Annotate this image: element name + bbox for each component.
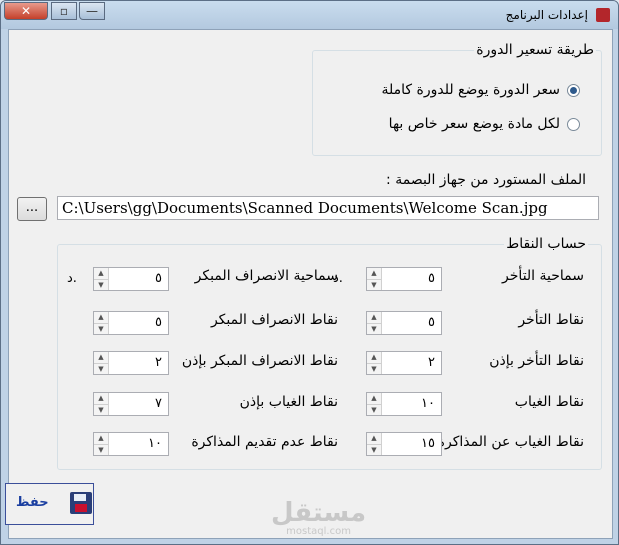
study-absence-spinner[interactable]: ▲ ▼ ١٥ (366, 432, 442, 456)
absence-permission-value: ٧ (155, 396, 162, 411)
late-points-spinner[interactable]: ▲ ▼ ٥ (366, 311, 442, 335)
spin-up-icon[interactable]: ▲ (367, 433, 381, 444)
spin-down-icon[interactable]: ▼ (94, 323, 108, 335)
late-tolerance-value: ٥ (428, 271, 435, 286)
late-points-value: ٥ (428, 315, 435, 330)
spin-down-icon[interactable]: ▼ (367, 323, 381, 335)
radio-full-course[interactable]: سعر الدورة يوضع للدورة كاملة (381, 82, 580, 98)
absence-points-label: نقاط الغياب (514, 394, 584, 410)
spin-up-icon[interactable]: ▲ (94, 393, 108, 404)
spin-up-icon[interactable]: ▲ (94, 312, 108, 323)
absence-permission-label: نقاط الغياب بإذن (239, 394, 338, 410)
spin-up-icon[interactable]: ▲ (94, 352, 108, 363)
save-button[interactable]: حفظ (5, 483, 94, 525)
absence-points-spinner[interactable]: ▲ ▼ ١٠ (366, 392, 442, 416)
radio-per-subject[interactable]: لكل مادة يوضع سعر خاص بها (389, 116, 580, 132)
app-icon (596, 8, 610, 22)
early-leave-points-label: نقاط الانصراف المبكر (210, 312, 338, 328)
minimize-button[interactable]: — (79, 2, 105, 20)
no-study-submit-spinner[interactable]: ▲ ▼ ١٠ (93, 432, 169, 456)
radio-label: سعر الدورة يوضع للدورة كاملة (381, 82, 560, 98)
no-study-submit-value: ١٠ (148, 436, 162, 451)
radio-label: لكل مادة يوضع سعر خاص بها (388, 116, 560, 132)
window-title: إعدادات البرنامج (505, 8, 588, 22)
spin-down-icon[interactable]: ▼ (367, 444, 381, 456)
spin-up-icon[interactable]: ▲ (367, 352, 381, 363)
points-group-label: حساب النقاط (504, 236, 588, 252)
spin-up-icon[interactable]: ▲ (367, 393, 381, 404)
spin-down-icon[interactable]: ▼ (94, 279, 108, 291)
spin-down-icon[interactable]: ▼ (367, 404, 381, 416)
early-leave-tolerance-unit: د. (67, 271, 77, 286)
spin-down-icon[interactable]: ▼ (367, 279, 381, 291)
radio-button[interactable] (567, 83, 580, 97)
spin-down-icon[interactable]: ▼ (367, 363, 381, 375)
floppy-disk-icon (70, 492, 92, 514)
spin-down-icon[interactable]: ▼ (94, 404, 108, 416)
close-icon: ✕ (20, 4, 32, 18)
pricing-groupbox (312, 50, 602, 156)
watermark-arabic: مستقل (271, 498, 367, 528)
spin-up-icon[interactable]: ▲ (94, 268, 108, 279)
early-leave-tolerance-spinner[interactable]: ▲ ▼ ٥ (93, 267, 169, 291)
late-permission-label: نقاط التأخر بإذن (489, 353, 584, 369)
early-leave-permission-value: ٢ (155, 355, 162, 370)
early-leave-permission-label: نقاط الانصراف المبكر بإذن (181, 353, 338, 369)
no-study-submit-label: نقاط عدم تقديم المذاكرة (191, 434, 338, 450)
early-leave-tolerance-label: سماحية الانصراف المبكر (194, 268, 338, 284)
spin-up-icon[interactable]: ▲ (94, 433, 108, 444)
late-tolerance-label: سماحية التأخر (502, 268, 584, 284)
title-bar[interactable]: ✕ ▫ — إعدادات البرنامج (1, 1, 618, 29)
browse-button[interactable]: ... (17, 197, 47, 221)
late-permission-spinner[interactable]: ▲ ▼ ٢ (366, 351, 442, 375)
spin-down-icon[interactable]: ▼ (94, 363, 108, 375)
watermark: مستقل mostaql.com (271, 500, 366, 537)
maximize-button[interactable]: ▫ (51, 2, 77, 20)
client-area: طريقة تسعير الدورة سعر الدورة يوضع للدور… (5, 29, 613, 539)
early-leave-permission-spinner[interactable]: ▲ ▼ ٢ (93, 351, 169, 375)
save-label: حفظ (16, 495, 49, 510)
early-leave-points-spinner[interactable]: ▲ ▼ ٥ (93, 311, 169, 335)
absence-points-value: ١٠ (421, 396, 435, 411)
absence-permission-spinner[interactable]: ▲ ▼ ٧ (93, 392, 169, 416)
early-leave-points-value: ٥ (155, 315, 162, 330)
late-points-label: نقاط التأخر (518, 312, 584, 328)
late-tolerance-spinner[interactable]: ▲ ▼ ٥ (366, 267, 442, 291)
spin-down-icon[interactable]: ▼ (94, 444, 108, 456)
late-permission-value: ٢ (428, 355, 435, 370)
import-file-label: الملف المستورد من جهاز البصمة : (386, 172, 586, 188)
spin-up-icon[interactable]: ▲ (367, 312, 381, 323)
study-absence-value: ١٥ (421, 436, 435, 451)
settings-window: ✕ ▫ — إعدادات البرنامج طريقة تسعير الدور… (0, 0, 619, 545)
file-path-input[interactable]: C:\Users\gg\Documents\Scanned Documents\… (57, 196, 599, 220)
minimize-icon: — (86, 4, 98, 18)
study-absence-label: نقاط الغياب عن المذاكرة (437, 434, 584, 450)
early-leave-tolerance-value: ٥ (155, 271, 162, 286)
spin-up-icon[interactable]: ▲ (367, 268, 381, 279)
pricing-group-label: طريقة تسعير الدورة (474, 42, 596, 58)
maximize-icon: ▫ (59, 4, 69, 18)
radio-button[interactable] (567, 117, 580, 131)
close-button[interactable]: ✕ (4, 2, 48, 20)
